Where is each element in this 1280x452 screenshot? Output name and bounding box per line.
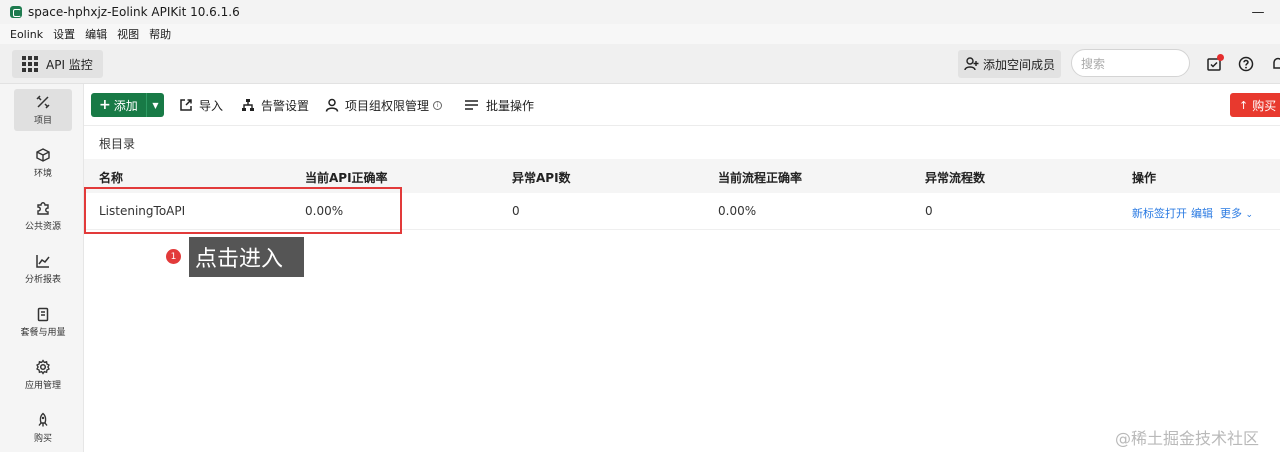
window-title: space-hphxjz-Eolink APIKit 10.6.1.6 (28, 5, 240, 19)
import-button[interactable]: 导入 (179, 96, 223, 114)
menu-bar: Eolink 设置 编辑 视图 帮助 (0, 24, 1280, 44)
sidebar-item-app-management[interactable]: 应用管理 (14, 354, 72, 396)
buy-label: 购买 (1252, 98, 1277, 113)
info-icon[interactable]: i (433, 100, 443, 110)
cube-icon (36, 148, 50, 162)
open-in-new-tab-link[interactable]: 新标签打开 (1132, 205, 1187, 221)
permission-label: 项目组权限管理 (345, 98, 430, 113)
search-placeholder: 搜索 (1081, 56, 1106, 71)
task-icon[interactable] (1206, 54, 1224, 72)
minimize-icon[interactable]: — (1236, 0, 1280, 24)
module-label: API 监控 (46, 57, 93, 72)
add-button-main[interactable]: + 添加 (91, 97, 146, 114)
apps-grid-icon (22, 56, 38, 72)
bell-icon[interactable] (1270, 56, 1280, 72)
search-input[interactable]: 搜索 (1071, 49, 1190, 77)
toolbar: + 添加 ▼ 导入 告警设置 项目组权限管理 i 批量操作 ↑ 购买 (84, 84, 1280, 126)
sidebar-item-label: 分析报表 (24, 275, 61, 285)
sidebar: 项目 环境 公共资源 分析报表 套餐与用量 应用管理 购买 (0, 84, 84, 452)
step-badge: 1 (166, 249, 181, 264)
import-label: 导入 (199, 98, 224, 113)
sidebar-item-public-resources[interactable]: 公共资源 (14, 195, 72, 237)
sidebar-item-label: 项目 (33, 116, 52, 126)
menu-eolink[interactable]: Eolink (10, 28, 43, 41)
column-header-api-rate: 当前API正确率 (305, 171, 388, 185)
chevron-down-icon[interactable]: ▼ (146, 93, 164, 117)
menu-help[interactable]: 帮助 (149, 26, 171, 42)
sidebar-item-label: 套餐与用量 (20, 328, 66, 338)
notification-dot (1217, 54, 1224, 61)
more-label: 更多 (1220, 207, 1242, 220)
list-icon (465, 100, 478, 110)
rocket-icon (38, 412, 48, 427)
title-bar: space-hphxjz-Eolink APIKit 10.6.1.6 — (0, 0, 1280, 24)
sidebar-item-label: 购买 (33, 434, 52, 444)
add-member-label: 添加空间成员 (983, 57, 1056, 72)
hierarchy-icon (242, 99, 254, 111)
column-header-name: 名称 (99, 171, 124, 185)
sidebar-item-label: 环境 (33, 169, 52, 179)
chevron-down-icon: ⌄ (1245, 210, 1254, 220)
buy-button[interactable]: ↑ 购买 (1230, 93, 1280, 117)
module-switcher[interactable]: API 监控 (12, 50, 103, 78)
add-button-label: 添加 (113, 98, 138, 113)
more-link[interactable]: 更多 ⌄ (1220, 205, 1253, 221)
user-icon (325, 98, 339, 112)
column-header-flow-rate: 当前流程正确率 (718, 171, 803, 185)
watermark: @稀土掘金技术社区 (1115, 429, 1260, 448)
app-header: API 监控 添加空间成员 搜索 (0, 44, 1280, 84)
sidebar-item-environment[interactable]: 环境 (14, 142, 72, 184)
alert-settings-button[interactable]: 告警设置 (241, 96, 309, 114)
menu-edit[interactable]: 编辑 (85, 26, 107, 42)
app-logo (10, 6, 22, 18)
sidebar-item-label: 公共资源 (24, 222, 61, 232)
sidebar-item-reports[interactable]: 分析报表 (14, 248, 72, 290)
edit-link[interactable]: 编辑 (1191, 205, 1213, 221)
import-icon (180, 99, 192, 111)
arrow-up-icon: ↑ (1239, 98, 1249, 112)
column-header-api-errors: 异常API数 (512, 171, 571, 185)
add-member-button[interactable]: 添加空间成员 (958, 50, 1062, 78)
column-header-flow-errors: 异常流程数 (925, 171, 986, 185)
column-header-actions: 操作 (1132, 171, 1157, 185)
puzzle-icon (37, 202, 49, 215)
window-controls: — (1236, 0, 1280, 24)
sidebar-item-plan-usage[interactable]: 套餐与用量 (14, 301, 72, 343)
batch-label: 批量操作 (486, 98, 535, 113)
breadcrumb[interactable]: 根目录 (99, 135, 135, 152)
sidebar-item-projects[interactable]: 项目 (14, 89, 72, 131)
alert-settings-label: 告警设置 (261, 98, 310, 113)
sidebar-item-purchase[interactable]: 购买 (14, 407, 72, 449)
batch-button[interactable]: 批量操作 (464, 96, 534, 114)
menu-settings[interactable]: 设置 (53, 26, 75, 42)
sidebar-item-label: 应用管理 (24, 381, 61, 391)
tools-icon (36, 95, 50, 109)
menu-view[interactable]: 视图 (117, 26, 139, 42)
chart-icon (36, 255, 50, 268)
gear-icon (36, 359, 50, 375)
permission-button[interactable]: 项目组权限管理 i (325, 96, 443, 114)
api-errors: 0 (512, 204, 520, 218)
highlight-box (84, 187, 402, 234)
step-tooltip: 点击进入 (189, 237, 304, 277)
help-icon[interactable] (1238, 56, 1254, 72)
flow-rate: 0.00% (718, 204, 757, 218)
flow-errors: 0 (925, 204, 933, 218)
add-user-icon (964, 57, 979, 71)
add-button[interactable]: + 添加 ▼ (91, 93, 164, 117)
plus-icon: + (99, 97, 111, 113)
clipboard-icon (37, 307, 49, 322)
